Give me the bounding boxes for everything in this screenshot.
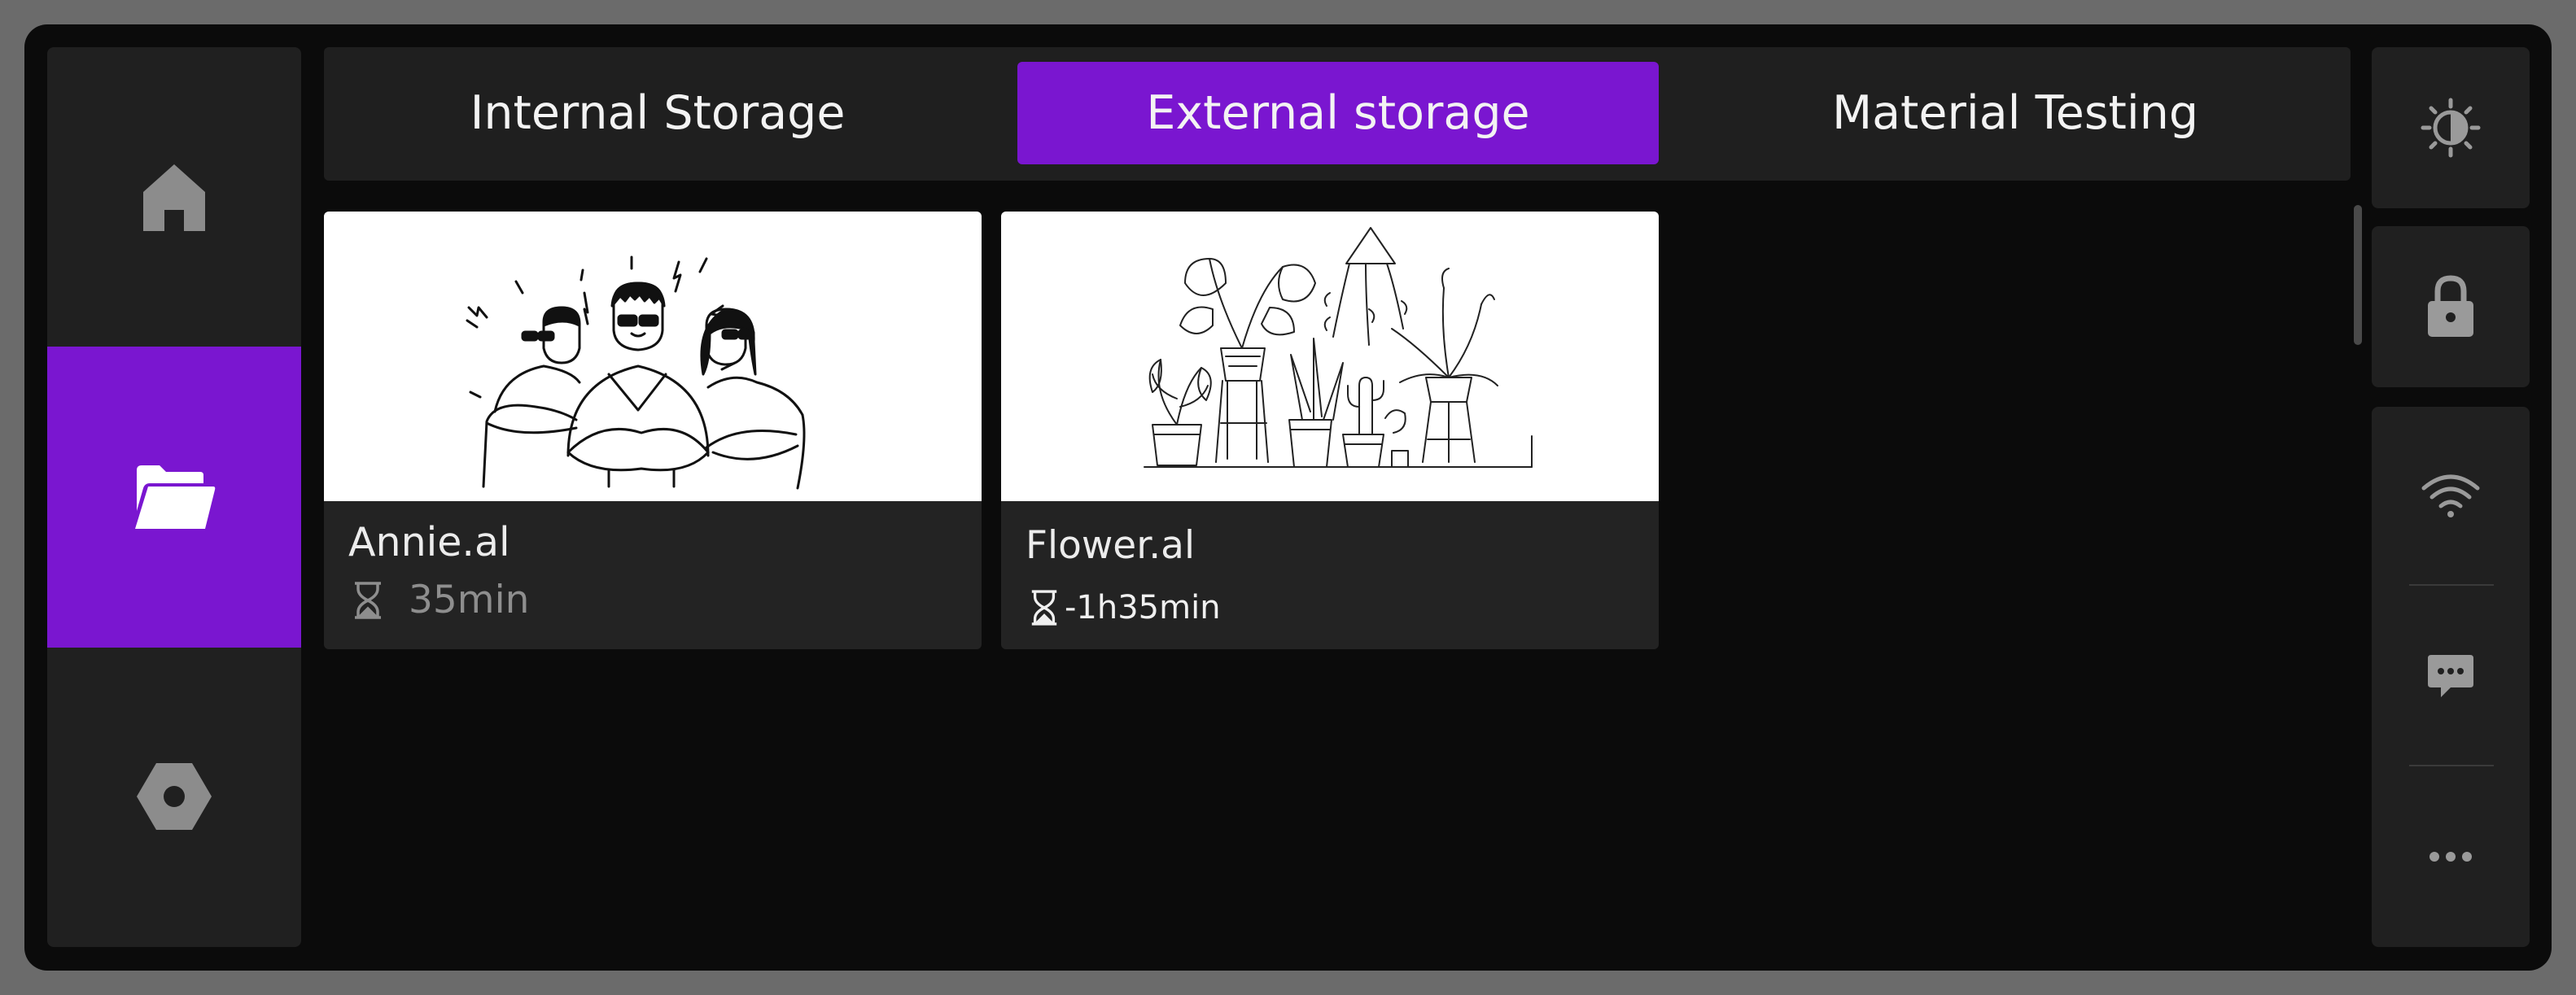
- device-screen: Internal Storage External storage Materi…: [24, 24, 2552, 971]
- folder-open-icon: [135, 465, 216, 529]
- print-time: 35min: [352, 578, 529, 622]
- nav-settings-button[interactable]: [47, 646, 301, 947]
- brightness-button[interactable]: [2372, 47, 2530, 208]
- message-icon: [2428, 655, 2473, 697]
- nav-files-button[interactable]: [47, 347, 301, 648]
- status-panel: [2372, 407, 2530, 947]
- scrollbar-thumb[interactable]: [2354, 205, 2362, 345]
- wifi-button[interactable]: [2372, 407, 2530, 584]
- brightness-panel: [2372, 47, 2530, 208]
- more-button[interactable]: [2372, 766, 2530, 947]
- tab-external-storage[interactable]: External storage: [1017, 62, 1659, 164]
- file-name: Annie.al: [348, 519, 510, 565]
- lock-button[interactable]: [2372, 226, 2530, 387]
- tab-internal-storage[interactable]: Internal Storage: [337, 62, 978, 164]
- three-people-illustration: [466, 255, 806, 490]
- left-nav: [47, 47, 301, 947]
- home-icon: [143, 164, 205, 231]
- more-icon: [2429, 852, 2472, 862]
- hex-nut-icon: [137, 763, 212, 830]
- file-card[interactable]: Flower.al -1h35min: [1001, 212, 1659, 649]
- print-time-value: 35min: [409, 578, 530, 622]
- print-time-value: -1h35min: [1065, 589, 1221, 626]
- nav-home-button[interactable]: [47, 47, 301, 348]
- file-thumbnail: [1001, 212, 1659, 501]
- message-button[interactable]: [2372, 586, 2530, 765]
- print-time: -1h35min: [1029, 589, 1221, 626]
- wifi-icon: [2421, 474, 2480, 517]
- storage-tabs: Internal Storage External storage Materi…: [324, 47, 2351, 181]
- tab-material-testing[interactable]: Material Testing: [1695, 62, 2336, 164]
- hourglass-icon: [1031, 590, 1057, 626]
- file-thumbnail: [324, 212, 982, 501]
- hourglass-icon: [355, 581, 381, 619]
- lock-icon: [2428, 275, 2473, 337]
- file-card[interactable]: Annie.al 35min: [324, 212, 982, 649]
- potted-plants-illustration: [1144, 227, 1533, 468]
- brightness-icon: [2421, 98, 2481, 158]
- file-name: Flower.al: [1026, 523, 1196, 568]
- lock-panel: [2372, 226, 2530, 387]
